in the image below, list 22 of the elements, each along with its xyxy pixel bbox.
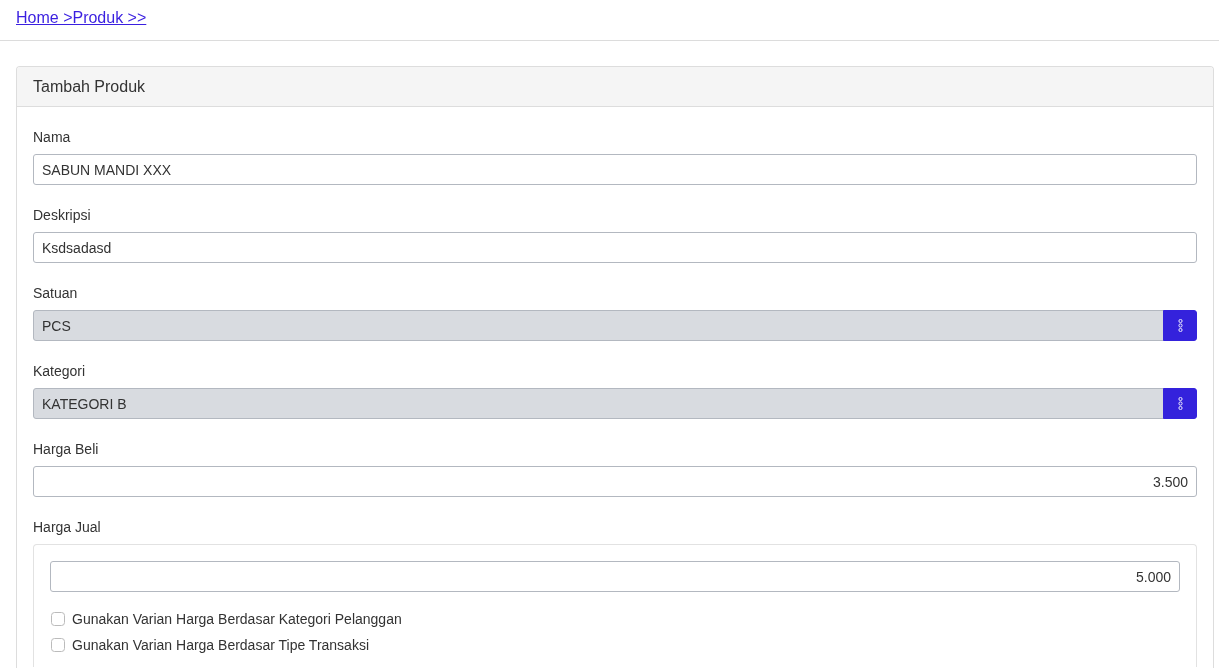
lookup-button[interactable] [1163, 310, 1197, 341]
card-title: Tambah Produk [33, 76, 146, 97]
lookup-button[interactable] [1163, 388, 1197, 419]
more-options-icon [1177, 319, 1183, 332]
input-field[interactable]: 3.500 [33, 466, 1197, 497]
checkbox-label: Gunakan Varian Harga Berdasar Kategori Pelanggan [72, 609, 402, 629]
checkbox[interactable] [51, 638, 65, 652]
field-label: Harga Jual [33, 518, 101, 537]
breadcrumb-link[interactable]: Home >Produk >> [16, 9, 147, 26]
input-field[interactable]: KATEGORI B [33, 388, 1164, 419]
field-label: Kategori [33, 362, 86, 381]
checkbox-label: Gunakan Varian Harga Berdasar Tipe Transaksi [72, 635, 369, 655]
input-field[interactable]: SABUN MANDI XXX [33, 154, 1197, 185]
field-label: Satuan [33, 284, 78, 303]
more-options-icon [1177, 397, 1183, 410]
input-field[interactable]: PCS [33, 310, 1164, 341]
field-label: Deskripsi [33, 206, 91, 225]
field-label: Harga Beli [33, 440, 99, 459]
input-field[interactable]: 5.000 [50, 561, 1180, 592]
checkbox[interactable] [51, 612, 65, 626]
input-field[interactable]: Ksdsadasd [33, 232, 1197, 263]
field-label: Nama [33, 128, 71, 147]
